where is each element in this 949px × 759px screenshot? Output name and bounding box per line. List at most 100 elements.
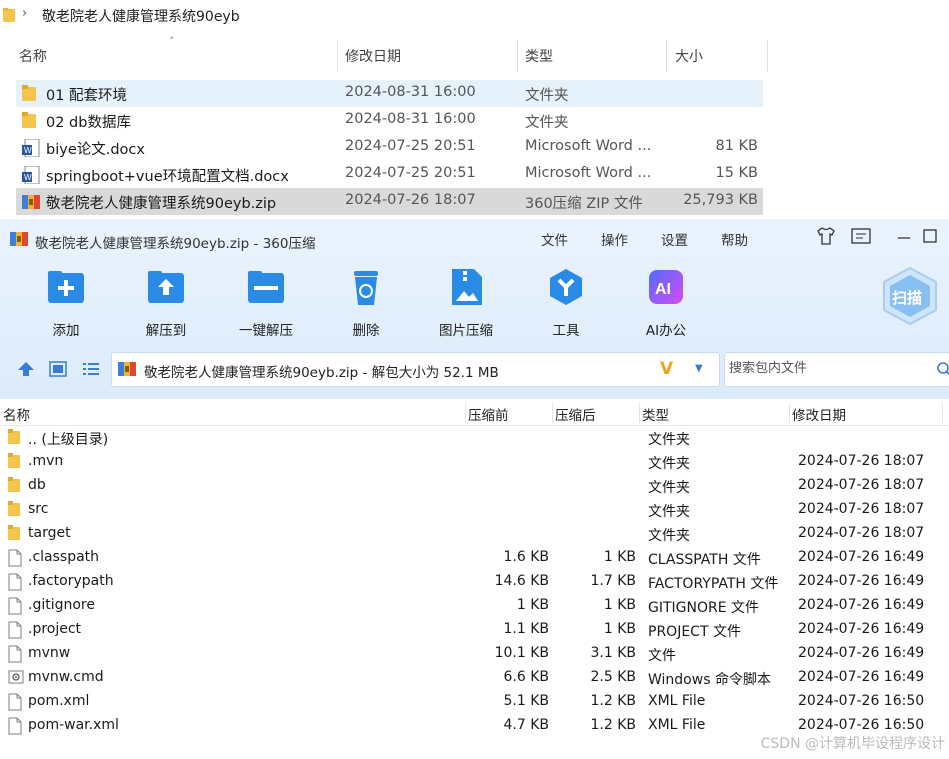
column-divider[interactable] — [767, 40, 768, 72]
archive-row[interactable]: mvnw 10.1 KB 3.1 KB 文件 2024-07-26 16:49 — [0, 642, 949, 666]
file-row[interactable]: 敬老院老人健康管理系统90eyb.zip 2024-07-26 18:07 36… — [16, 188, 763, 215]
skin-icon[interactable] — [816, 227, 836, 249]
archive-item-name: mvnw.cmd — [28, 669, 104, 685]
file-icon — [8, 597, 22, 619]
menu-file[interactable]: 文件 — [541, 229, 568, 249]
feedback-icon[interactable] — [851, 227, 871, 249]
column-divider[interactable] — [666, 40, 667, 72]
scan-button[interactable]: 扫描 — [880, 266, 940, 326]
watermark: CSDN @计算机毕设程序设计 — [760, 736, 945, 752]
file-type: 文件夹 — [525, 88, 569, 104]
archive-item-date: 2024-07-26 16:49 — [798, 597, 925, 613]
toolbar-label: 一键解压 — [239, 323, 293, 339]
path-field[interactable]: 敬老院老人健康管理系统90eyb.zip - 解包大小为 52.1 MB V ▼ — [111, 352, 720, 387]
zip-archive-icon — [118, 360, 136, 382]
search-icon[interactable] — [936, 361, 949, 381]
column-date[interactable]: 修改日期 — [792, 404, 846, 424]
breadcrumb-current-folder[interactable]: 敬老院老人健康管理系统90eyb — [42, 6, 240, 26]
file-row[interactable]: W biye论文.docx 2024-07-25 20:51 Microsoft… — [16, 134, 763, 161]
search-box[interactable] — [724, 352, 949, 387]
one-click-extract-button[interactable]: 一键解压 — [226, 267, 306, 339]
file-row[interactable]: W springboot+vue环境配置文档.docx 2024-07-25 2… — [16, 161, 763, 188]
delete-button[interactable]: 删除 — [326, 267, 406, 339]
archive-row[interactable]: .mvn 文件夹 2024-07-26 18:07 — [0, 450, 949, 474]
menu-help[interactable]: 帮助 — [721, 229, 748, 249]
file-row[interactable]: 02 db数据库 2024-08-31 16:00 文件夹 — [16, 107, 763, 134]
column-divider[interactable] — [337, 40, 338, 72]
menu-operation[interactable]: 操作 — [601, 229, 628, 249]
archive-item-size-after: 1.2 KB — [590, 717, 637, 733]
column-divider[interactable] — [465, 403, 466, 423]
archive-item-type: 文件夹 — [648, 504, 690, 520]
archive-row[interactable]: .gitignore 1 KB 1 KB GITIGNORE 文件 2024-07-26… — [0, 594, 949, 618]
archive-item-date: 2024-07-26 18:07 — [798, 453, 925, 469]
file-date: 2024-07-25 20:51 — [345, 165, 476, 181]
archive-item-name: .project — [28, 621, 82, 637]
file-row[interactable]: 01 配套环境 2024-08-31 16:00 文件夹 — [16, 80, 763, 107]
column-name[interactable]: 名称 — [19, 46, 47, 66]
column-name[interactable]: 名称 — [3, 404, 30, 424]
archive-row[interactable]: .. (上级目录) 文件夹 — [0, 426, 949, 450]
toolbar-label: 图片压缩 — [439, 323, 493, 339]
breadcrumb: › 敬老院老人健康管理系统90eyb — [0, 0, 949, 32]
tools-button[interactable]: 工具 — [526, 267, 606, 339]
extract-to-button[interactable]: 解压到 — [126, 267, 206, 339]
archive-item-name: .classpath — [28, 549, 100, 565]
archive-row[interactable]: .classpath 1.6 KB 1 KB CLASSPATH 文件 2024-07-… — [0, 546, 949, 570]
dropdown-arrow-icon[interactable]: ▼ — [695, 363, 703, 374]
archive-item-name: .. (上级目录) — [28, 432, 109, 448]
archive-column-header: 名称 压缩前 压缩后 类型 修改日期 — [0, 399, 949, 426]
folder-icon — [8, 525, 20, 545]
archive-row[interactable]: db 文件夹 2024-07-26 18:07 — [0, 474, 949, 498]
archive-item-type: 文件夹 — [648, 480, 690, 496]
column-before[interactable]: 压缩前 — [468, 404, 509, 424]
folder-icon — [8, 501, 20, 521]
up-arrow-icon[interactable] — [17, 361, 35, 381]
search-input[interactable] — [727, 360, 921, 377]
image-compress-button[interactable]: 图片压缩 — [426, 267, 506, 339]
file-icon — [8, 693, 22, 715]
archive-item-date: 2024-07-26 16:50 — [798, 693, 925, 709]
column-divider[interactable] — [639, 403, 640, 423]
archive-row[interactable]: .factorypath 14.6 KB 1.7 KB FACTORYPATH 文件 2… — [0, 570, 949, 594]
minimize-icon[interactable] — [897, 227, 911, 249]
column-size[interactable]: 大小 — [675, 46, 703, 66]
archive-item-size-before: 1.1 KB — [503, 621, 550, 637]
chevron-right-icon[interactable]: › — [22, 6, 27, 21]
column-divider[interactable] — [552, 403, 553, 423]
archive-row[interactable]: src 文件夹 2024-07-26 18:07 — [0, 498, 949, 522]
archive-item-date: 2024-07-26 16:50 — [798, 717, 925, 733]
archive-item-size-before: 4.7 KB — [503, 717, 550, 733]
ai-office-icon: AI — [646, 267, 686, 307]
toolbar-label: 删除 — [352, 323, 380, 339]
sort-ascending-icon: ˄ — [169, 35, 175, 48]
folder-icon — [8, 453, 20, 473]
archive-row[interactable]: mvnw.cmd 6.6 KB 2.5 KB Windows 命令脚本 2024-07-… — [0, 666, 949, 690]
menu-settings[interactable]: 设置 — [661, 229, 688, 249]
maximize-icon[interactable] — [922, 227, 938, 249]
archive-item-type: 文件夹 — [648, 456, 690, 472]
column-type[interactable]: 类型 — [525, 46, 553, 66]
add-button[interactable]: 添加 — [26, 267, 106, 339]
column-after[interactable]: 压缩后 — [555, 404, 596, 424]
column-type[interactable]: 类型 — [642, 404, 669, 424]
file-icon — [8, 645, 22, 667]
archive-item-type: XML File — [648, 717, 706, 733]
archive-item-name: db — [28, 477, 46, 493]
file-size: 15 KB — [715, 165, 758, 181]
thumbnail-view-icon[interactable] — [49, 361, 67, 381]
column-divider[interactable] — [942, 403, 943, 423]
column-divider[interactable] — [517, 40, 518, 72]
archive-row[interactable]: .project 1.1 KB 1 KB PROJECT 文件 2024-07-26 1… — [0, 618, 949, 642]
folder-icon — [8, 477, 20, 497]
archive-item-date: 2024-07-26 18:07 — [798, 525, 925, 541]
vip-v-icon[interactable]: V — [660, 359, 673, 379]
list-view-icon[interactable] — [82, 361, 100, 381]
archive-item-name: .mvn — [28, 453, 64, 469]
column-divider[interactable] — [789, 403, 790, 423]
archive-row[interactable]: target 文件夹 2024-07-26 18:07 — [0, 522, 949, 546]
archive-row[interactable]: pom.xml 5.1 KB 1.2 KB XML File 2024-07-26 16… — [0, 690, 949, 714]
column-date[interactable]: 修改日期 — [345, 46, 401, 66]
ai-office-button[interactable]: AI AI办公 — [626, 267, 706, 339]
archive-item-date: 2024-07-26 16:49 — [798, 573, 925, 589]
